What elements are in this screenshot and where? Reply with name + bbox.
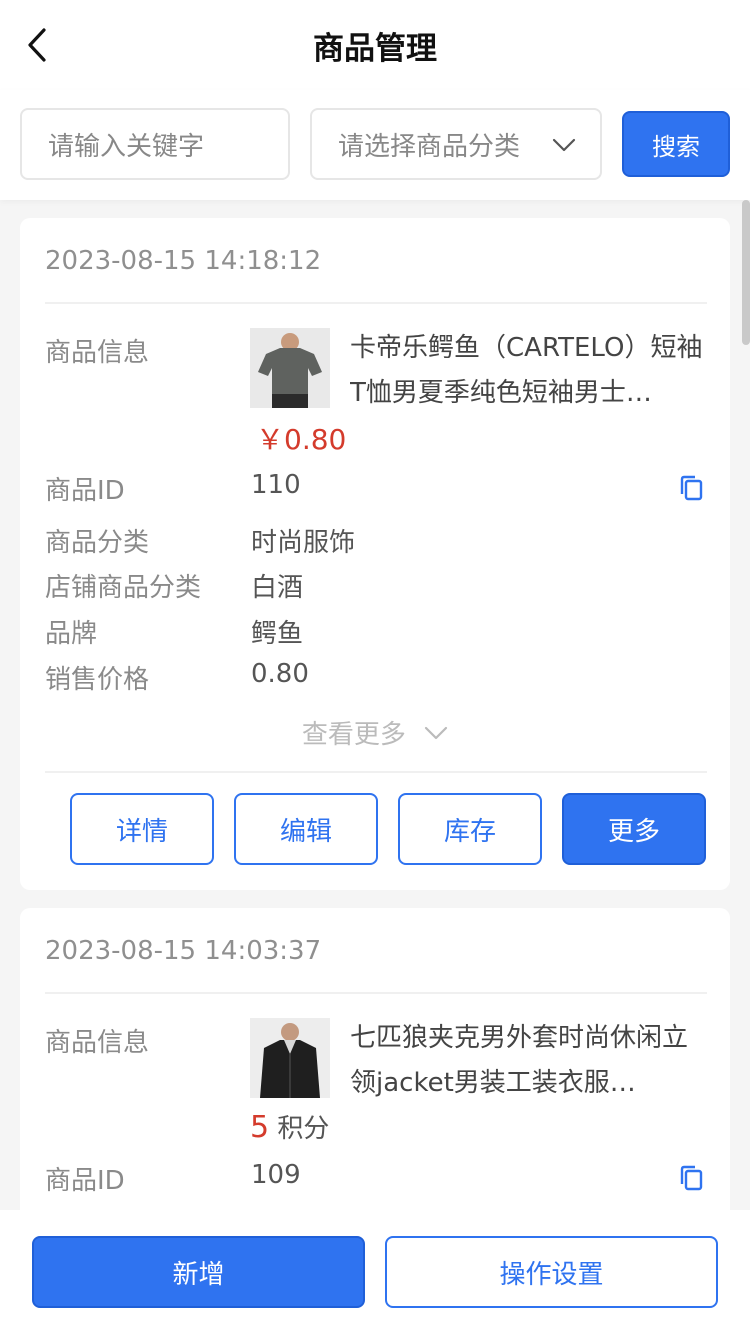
see-more-label: 查看更多 bbox=[301, 720, 406, 750]
points-unit: 积分 bbox=[277, 1114, 330, 1144]
created-time: 2023-08-15 14:18:12 bbox=[45, 246, 322, 276]
category-label: 商品分类 bbox=[45, 528, 150, 558]
points-value: 5 bbox=[250, 1110, 270, 1145]
scrollbar[interactable] bbox=[742, 200, 750, 345]
category-select[interactable]: 请选择商品分类 bbox=[310, 108, 602, 180]
operation-settings-button[interactable]: 操作设置 bbox=[385, 1236, 718, 1308]
product-card: 2023-08-15 14:03:37 商品信息 七匹狼夹克男外套时尚休闲立领j… bbox=[20, 908, 730, 1210]
product-id-value: 110 bbox=[251, 470, 301, 500]
product-info-label: 商品信息 bbox=[45, 1028, 150, 1058]
chevron-left-icon[interactable] bbox=[22, 26, 52, 64]
product-info-label: 商品信息 bbox=[45, 338, 150, 368]
page-title: 商品管理 bbox=[313, 30, 437, 67]
category-placeholder: 请选择商品分类 bbox=[338, 131, 521, 162]
created-time: 2023-08-15 14:03:37 bbox=[45, 936, 322, 966]
divider bbox=[45, 771, 707, 773]
product-card: 2023-08-15 14:18:12 商品信息 卡帝乐鳄鱼（CARTELO）短… bbox=[20, 218, 730, 890]
edit-button[interactable]: 编辑 bbox=[234, 793, 378, 865]
brand-value: 鳄鱼 bbox=[251, 619, 304, 649]
chevron-down-icon bbox=[425, 726, 448, 739]
brand-label: 品牌 bbox=[45, 619, 98, 649]
add-button[interactable]: 新增 bbox=[32, 1236, 365, 1308]
copy-icon[interactable] bbox=[678, 474, 706, 502]
product-price: ￥0.80 bbox=[256, 423, 347, 456]
chevron-down-icon bbox=[552, 138, 576, 152]
search-button[interactable]: 搜索 bbox=[622, 111, 730, 177]
sale-price-label: 销售价格 bbox=[45, 665, 150, 695]
stock-button[interactable]: 库存 bbox=[398, 793, 542, 865]
product-thumbnail[interactable] bbox=[250, 328, 330, 408]
divider bbox=[45, 302, 707, 304]
product-thumbnail[interactable] bbox=[250, 1018, 330, 1098]
tshirt-image bbox=[250, 328, 330, 408]
footer-bar: 新增 操作设置 bbox=[0, 1210, 750, 1332]
details-button[interactable]: 详情 bbox=[70, 793, 214, 865]
store-category-value: 白酒 bbox=[251, 573, 304, 603]
copy-icon[interactable] bbox=[678, 1164, 706, 1192]
product-name[interactable]: 七匹狼夹克男外套时尚休闲立领jacket男装工装衣服… bbox=[350, 1016, 710, 1106]
product-name[interactable]: 卡帝乐鳄鱼（CARTELO）短袖T恤男夏季纯色短袖男士… bbox=[350, 326, 710, 416]
product-list[interactable]: 2023-08-15 14:18:12 商品信息 卡帝乐鳄鱼（CARTELO）短… bbox=[0, 200, 750, 1210]
product-points: 5 积分 bbox=[250, 1108, 329, 1145]
store-category-label: 店铺商品分类 bbox=[45, 573, 202, 603]
jacket-image bbox=[250, 1018, 330, 1098]
sale-price-value: 0.80 bbox=[251, 659, 309, 689]
see-more-toggle[interactable]: 查看更多 bbox=[20, 714, 730, 751]
search-bar: 请输入关键字 请选择商品分类 搜索 bbox=[0, 90, 750, 200]
category-value: 时尚服饰 bbox=[251, 528, 356, 558]
product-id-value: 109 bbox=[251, 1160, 301, 1190]
divider bbox=[45, 992, 707, 994]
header-bar: 商品管理 bbox=[0, 0, 750, 90]
keyword-placeholder: 请输入关键字 bbox=[48, 131, 205, 162]
more-button[interactable]: 更多 bbox=[562, 793, 706, 865]
product-id-label: 商品ID bbox=[45, 1166, 125, 1196]
product-id-label: 商品ID bbox=[45, 476, 125, 506]
keyword-search-input[interactable]: 请输入关键字 bbox=[20, 108, 290, 180]
